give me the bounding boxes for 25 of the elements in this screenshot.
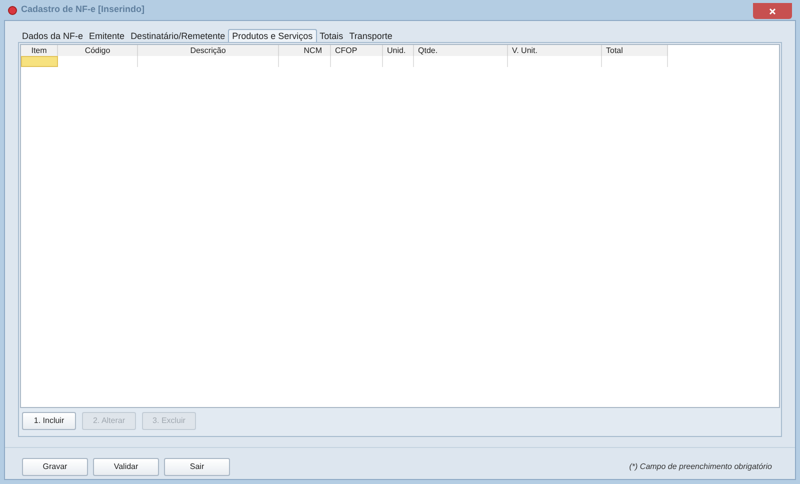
tab[interactable]: Transporte (346, 30, 396, 42)
column-header[interactable]: CFOP (331, 45, 383, 56)
footer-button[interactable]: Validar (93, 458, 159, 476)
column-header[interactable]: Qtde. (414, 45, 508, 56)
column-header[interactable]: NCM (279, 45, 331, 56)
column-header[interactable]: Item (21, 45, 58, 56)
column-header[interactable]: V. Unit. (508, 45, 602, 56)
tab[interactable]: Produtos e Serviços (228, 29, 317, 42)
app-icon (8, 6, 17, 14)
close-button[interactable] (753, 3, 792, 19)
footer-button[interactable]: Sair (164, 458, 230, 476)
column-header[interactable]: Descrição (138, 45, 279, 56)
tab[interactable]: Dados da NF-e (19, 30, 86, 42)
selected-cell[interactable] (21, 56, 58, 67)
tab[interactable]: Totais (316, 30, 346, 42)
tab[interactable]: Destinatário/Remetente (128, 30, 228, 42)
tab[interactable]: Emitente (86, 30, 128, 42)
column-header[interactable]: Total (602, 45, 668, 56)
column-header[interactable]: Unid. (383, 45, 414, 56)
close-icon (769, 8, 776, 14)
footer-button[interactable]: Gravar (22, 458, 88, 476)
window-title: Cadastro de NF-e [Inserindo] (21, 3, 145, 16)
required-field-note: (*) Campo de preenchimento obrigatório (629, 461, 773, 473)
toolbar-button[interactable]: 1. Incluir (22, 412, 76, 430)
column-header[interactable]: Código (58, 45, 138, 56)
